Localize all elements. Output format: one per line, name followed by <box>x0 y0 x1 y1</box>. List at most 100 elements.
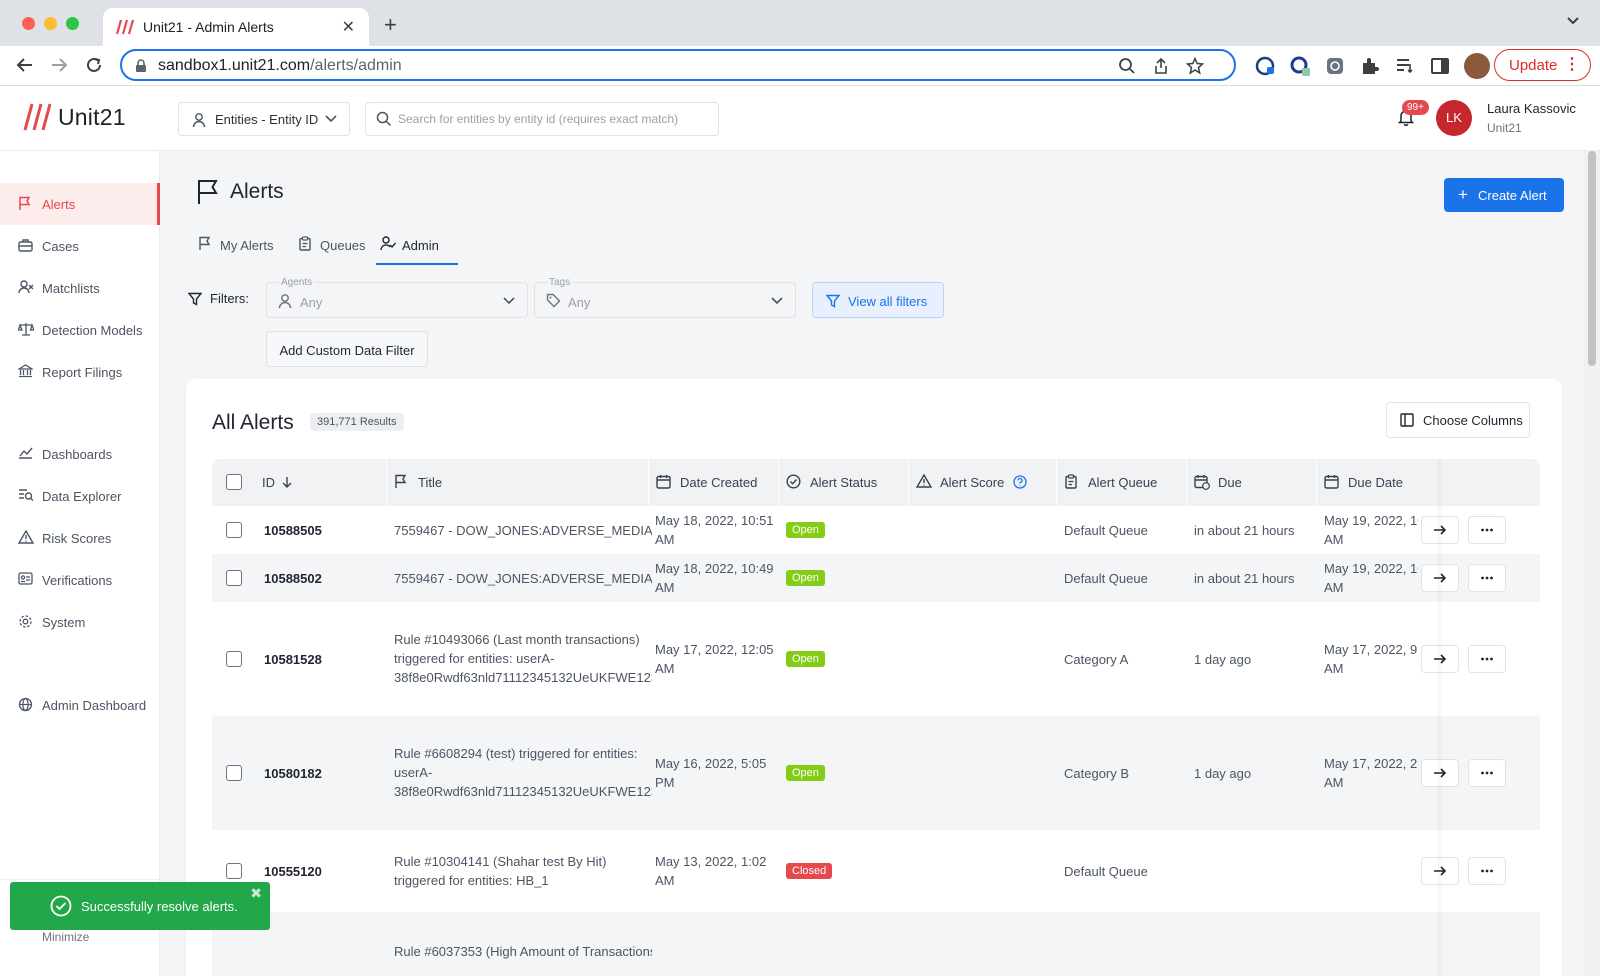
view-all-filters-button[interactable]: View all filters <box>812 282 944 318</box>
sidebar-item-risk-scores[interactable]: Risk Scores <box>0 517 160 559</box>
column-header-alert-status[interactable]: Alert Status <box>778 459 908 506</box>
alert-title[interactable]: 7559467 - DOW_JONES:ADVERSE_MEDIA <box>394 521 652 540</box>
sidebar-item-admin-dashboard[interactable]: Admin Dashboard <box>0 684 160 726</box>
tab-my-alerts[interactable]: My Alerts <box>194 231 280 265</box>
sidebar-item-data-explorer[interactable]: Data Explorer <box>0 475 160 517</box>
more-actions-button[interactable] <box>1468 564 1506 592</box>
table-row[interactable]: 10588502 7559467 - DOW_JONES:ADVERSE_MED… <box>212 554 1540 602</box>
tab-queues[interactable]: Queues <box>294 231 366 265</box>
column-header-title[interactable]: Title <box>386 459 648 506</box>
select-all-checkbox[interactable] <box>226 474 242 490</box>
more-actions-button[interactable] <box>1468 857 1506 885</box>
update-button[interactable]: Update ⋮ <box>1494 49 1591 81</box>
choose-columns-button[interactable]: Choose Columns <box>1386 402 1530 438</box>
column-header-date-created[interactable]: Date Created <box>648 459 778 506</box>
sidebar-minimize-button[interactable]: Minimize <box>42 930 89 944</box>
address-bar[interactable]: sandbox1.unit21.com/alerts/admin <box>120 49 1236 81</box>
alert-title[interactable]: Rule #10304141 (Shahar test By Hit) trigg… <box>394 852 652 890</box>
table-row[interactable]: 10588505 7559467 - DOW_JONES:ADVERSE_MED… <box>212 506 1540 554</box>
create-alert-button[interactable]: + Create Alert <box>1444 178 1564 212</box>
due-date: May 19, 2022, 10:49 AM <box>1324 559 1418 597</box>
column-header-id[interactable]: ID <box>256 459 386 506</box>
extensions-puzzle-icon[interactable] <box>1360 56 1380 76</box>
maximize-window-button[interactable] <box>66 17 79 30</box>
scrollbar-thumb[interactable] <box>1588 151 1596 366</box>
check-circle-icon <box>786 474 801 489</box>
alert-id[interactable]: 10581528 <box>264 650 322 669</box>
alert-title-line: Rule #6037353 (High Amount of Transactio… <box>394 944 652 959</box>
column-header-alert-score[interactable]: Alert Score <box>908 459 1056 506</box>
column-header-due[interactable]: Due <box>1186 459 1316 506</box>
entity-search[interactable] <box>365 102 719 136</box>
new-tab-icon[interactable]: + <box>384 12 397 38</box>
back-icon[interactable] <box>16 56 34 74</box>
reading-list-icon[interactable] <box>1395 56 1415 76</box>
choose-columns-label: Choose Columns <box>1423 413 1523 428</box>
sidebar-item-matchlists[interactable]: Matchlists <box>0 267 160 309</box>
user-avatar[interactable]: LK <box>1436 100 1472 136</box>
row-checkbox[interactable] <box>226 765 242 781</box>
sidebar-item-dashboards[interactable]: Dashboards <box>0 433 160 475</box>
extension-lock-icon[interactable] <box>1325 56 1345 76</box>
column-header-alert-queue[interactable]: Alert Queue <box>1056 459 1186 506</box>
tab-search-chevron-icon[interactable] <box>1566 14 1580 28</box>
close-window-button[interactable] <box>22 17 35 30</box>
extension-o-icon[interactable] <box>1290 56 1310 76</box>
help-icon[interactable] <box>1013 475 1027 489</box>
alert-id[interactable]: 10555120 <box>264 862 322 881</box>
browser-tab-strip: Unit21 - Admin Alerts ✕ + <box>0 0 1600 46</box>
tab-close-icon[interactable]: ✕ <box>342 17 355 37</box>
forward-icon[interactable] <box>50 56 68 74</box>
tab-admin[interactable]: Admin <box>376 231 458 265</box>
unit21-logo[interactable]: Unit21 <box>22 103 126 131</box>
profile-avatar[interactable] <box>1464 53 1490 79</box>
entity-search-input[interactable] <box>398 112 708 126</box>
minimize-window-button[interactable] <box>44 17 57 30</box>
sidebar-item-detection-models[interactable]: Detection Models <box>0 309 160 351</box>
toast-close-icon[interactable]: ✖ <box>250 885 262 902</box>
table-row[interactable]: Rule #6037353 (High Amount of Transactio… <box>212 912 1540 976</box>
alert-queue: Category B <box>1064 766 1130 781</box>
alert-id[interactable]: 10588505 <box>264 521 322 540</box>
alert-title[interactable]: Rule #6608294 (test) triggered for entit… <box>394 744 652 801</box>
column-header-due-date[interactable]: Due Date <box>1316 459 1416 506</box>
more-actions-button[interactable] <box>1468 516 1506 544</box>
table-row[interactable]: 10555120 Rule #10304141 (Shahar test By … <box>212 830 1540 912</box>
extension-password-icon[interactable] <box>1255 56 1275 76</box>
sidebar-item-alerts[interactable]: Alerts <box>0 183 160 225</box>
sidebar-item-label: Matchlists <box>42 281 100 296</box>
tags-filter-select[interactable]: Tags Any <box>534 277 796 318</box>
agents-filter-select[interactable]: Agents Any <box>266 277 528 318</box>
sidebar-item-cases[interactable]: Cases <box>0 225 160 267</box>
reload-icon[interactable] <box>85 56 103 74</box>
row-checkbox[interactable] <box>226 863 242 879</box>
sidebar-item-verifications[interactable]: Verifications <box>0 559 160 601</box>
table-row[interactable]: 10581528 Rule #10493066 (Last month tran… <box>212 602 1540 716</box>
table-row[interactable]: 10580182 Rule #6608294 (test) triggered … <box>212 716 1540 830</box>
side-panel-icon[interactable] <box>1430 56 1450 76</box>
alert-id[interactable]: 10588502 <box>264 569 322 588</box>
row-checkbox[interactable] <box>226 522 242 538</box>
alert-title[interactable]: Rule #10493066 (Last month transactions)… <box>394 630 652 687</box>
page-scrollbar[interactable] <box>1584 151 1600 976</box>
alert-title[interactable]: 7559467 - DOW_JONES:ADVERSE_MEDIA <box>394 569 652 588</box>
more-actions-button[interactable] <box>1468 759 1506 787</box>
row-checkbox[interactable] <box>226 570 242 586</box>
entity-type-select[interactable]: Entities - Entity ID <box>178 102 350 136</box>
row-checkbox[interactable] <box>226 651 242 667</box>
filters-label: Filters: <box>188 291 249 306</box>
bookmark-star-icon[interactable] <box>1186 57 1204 75</box>
user-name[interactable]: Laura Kassovic <box>1487 101 1576 116</box>
sidebar-item-report-filings[interactable]: Report Filings <box>0 351 160 393</box>
date-line: May 13, 2022, 1:02 <box>655 854 767 869</box>
date-created: May 18, 2022, 10:49 AM <box>655 559 775 597</box>
more-actions-button[interactable] <box>1468 645 1506 673</box>
zoom-icon[interactable] <box>1118 57 1136 75</box>
browser-tab[interactable]: Unit21 - Admin Alerts ✕ <box>103 8 369 46</box>
alert-title[interactable]: Rule #6037353 (High Amount of Transactio… <box>394 942 652 961</box>
sidebar-item-system[interactable]: System <box>0 601 160 643</box>
share-icon[interactable] <box>1152 57 1170 75</box>
alert-id[interactable]: 10580182 <box>264 764 322 783</box>
add-custom-data-filter-button[interactable]: Add Custom Data Filter <box>266 331 428 367</box>
column-header-label: ID <box>262 475 275 490</box>
